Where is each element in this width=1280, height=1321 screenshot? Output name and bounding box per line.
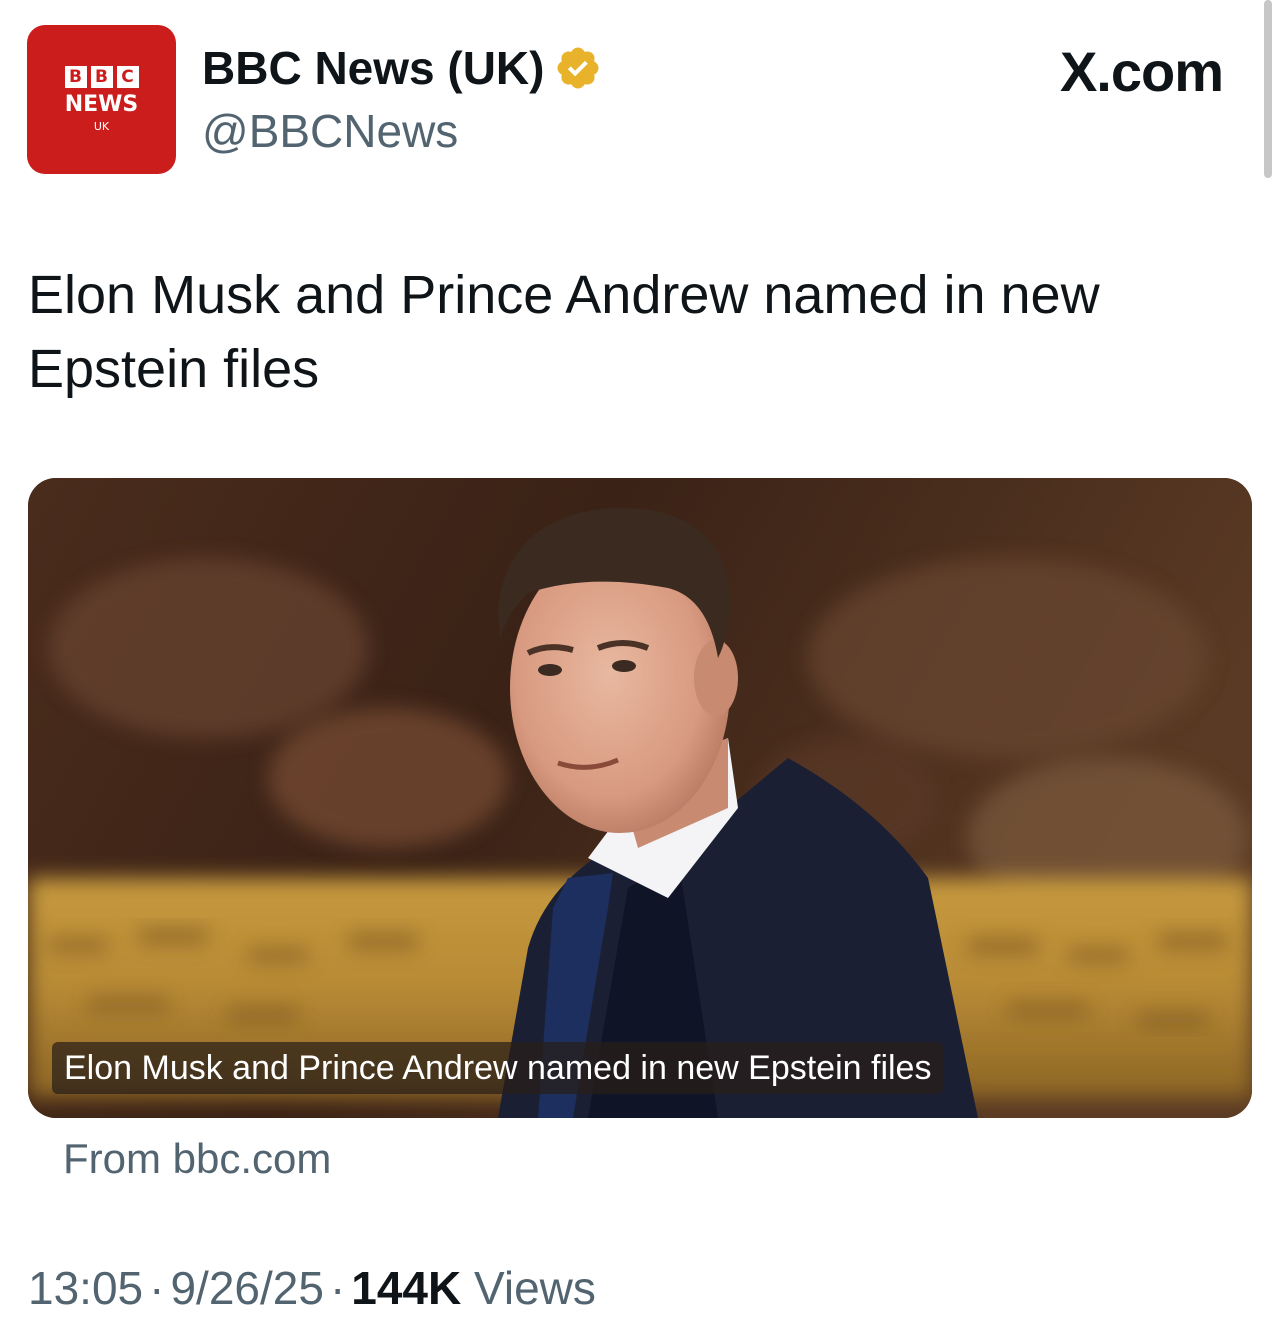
site-logo: X.com (1059, 40, 1224, 103)
views-count: 144K (351, 1262, 462, 1314)
bbc-logo-block: B (64, 65, 87, 88)
views-label: Views (474, 1262, 596, 1314)
bbc-logo-news: NEWS (64, 91, 139, 117)
media-card[interactable]: Elon Musk and Prince Andrew named in new… (28, 478, 1252, 1118)
bbc-logo-block: B (90, 65, 113, 88)
display-name-row: BBC News (UK) (202, 40, 602, 96)
bbc-logo-block: C (116, 65, 139, 88)
tweet-date[interactable]: 9/26/25 (170, 1262, 323, 1314)
media-caption: Elon Musk and Prince Andrew named in new… (52, 1042, 944, 1094)
tweet-text: Elon Musk and Prince Andrew named in new… (28, 265, 1100, 399)
scrollbar[interactable] (1264, 0, 1272, 178)
tweet-meta: 13:05 · 9/26/25 · 144K Views (28, 1258, 596, 1318)
display-name[interactable]: BBC News (UK) (202, 40, 544, 96)
verified-badge-icon[interactable] (554, 44, 602, 92)
link-source[interactable]: From bbc.com (63, 1132, 331, 1186)
meta-separator: · (149, 1262, 165, 1314)
account-handle[interactable]: @BBCNews (202, 103, 458, 159)
tweet-time[interactable]: 13:05 (28, 1262, 143, 1314)
meta-separator: · (329, 1262, 346, 1314)
bbc-logo-region: UK (93, 119, 110, 133)
media-photo (28, 478, 1252, 1118)
avatar[interactable]: B B C NEWS UK (27, 25, 176, 174)
bbc-logo-blocks: B B C (64, 65, 139, 88)
